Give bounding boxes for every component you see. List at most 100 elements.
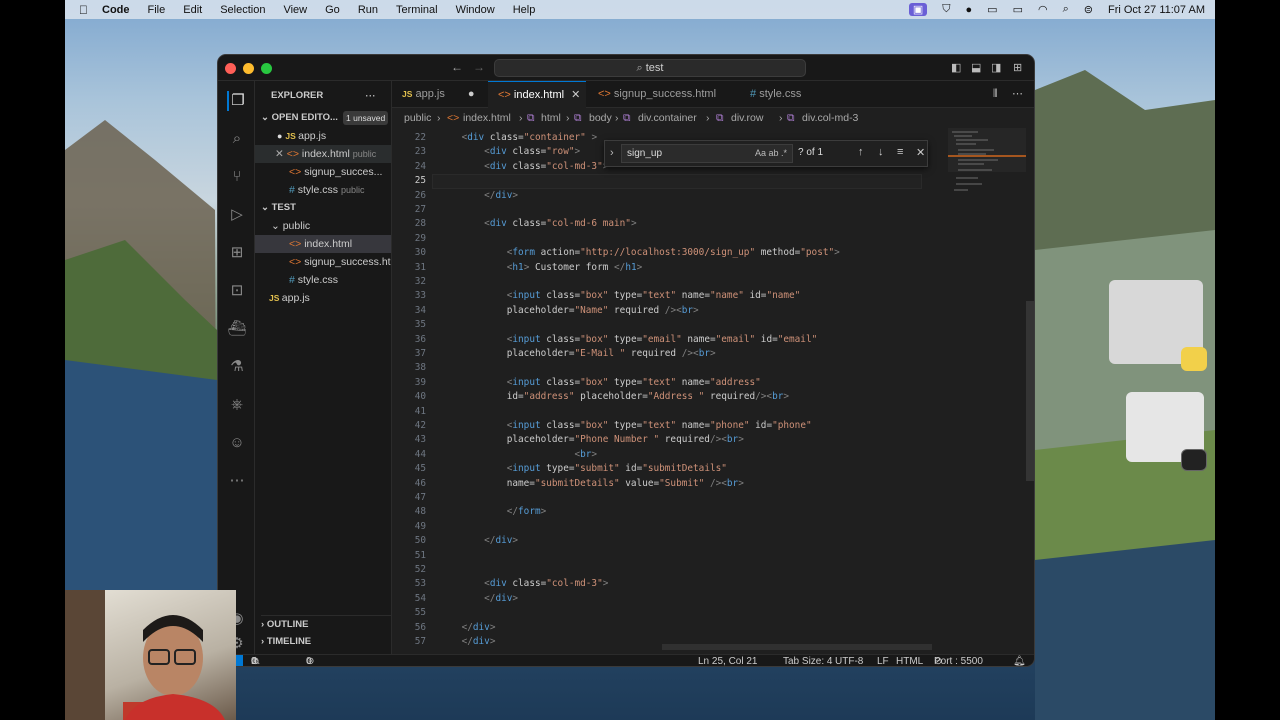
minimap[interactable] bbox=[948, 128, 1026, 648]
menu-view[interactable]: View bbox=[283, 4, 307, 16]
code-line[interactable]: </div> bbox=[439, 534, 518, 548]
menu-run[interactable]: Run bbox=[358, 4, 378, 16]
breadcrumb-item[interactable]: html bbox=[541, 108, 561, 128]
code-line[interactable]: <form action="http://localhost:3000/sign… bbox=[439, 246, 840, 260]
code-line[interactable]: <h1> Customer form </h1> bbox=[439, 261, 643, 275]
code-line[interactable]: <div class="col-md-3"> bbox=[439, 577, 608, 591]
code-line[interactable]: <input class="box" type="text" name="pho… bbox=[439, 419, 812, 433]
terminal-app-icon[interactable] bbox=[1181, 449, 1207, 471]
end-of-line[interactable]: LF bbox=[877, 655, 889, 666]
clock[interactable]: Fri Oct 27 11:07 AM bbox=[1108, 4, 1205, 16]
code-line[interactable]: <br> bbox=[439, 448, 597, 462]
wifi-icon[interactable]: ◠ bbox=[1038, 3, 1048, 16]
display-icon[interactable]: ▭ bbox=[987, 3, 997, 16]
toggle-panel-icon[interactable]: ⬓ bbox=[971, 61, 981, 74]
file-item[interactable]: <> index.html bbox=[255, 235, 391, 253]
toggle-secondary-sidebar-icon[interactable]: ◨ bbox=[991, 61, 1001, 74]
find-options[interactable]: Aa ab .* bbox=[755, 145, 787, 162]
back-arrow-icon[interactable]: ← bbox=[451, 60, 463, 74]
explorer-icon[interactable]: ❐ bbox=[227, 91, 247, 111]
more-actions-icon[interactable]: ⋯ bbox=[1012, 87, 1023, 100]
close-icon[interactable]: ✕ bbox=[916, 146, 925, 159]
split-editor-icon[interactable]: ⫴ bbox=[993, 88, 998, 101]
notifications-bell-icon[interactable]: 🔔︎ bbox=[1013, 655, 1026, 666]
remote-explorer-icon[interactable]: ⊡ bbox=[227, 281, 247, 301]
language-mode[interactable]: HTML bbox=[896, 655, 923, 666]
code-line[interactable]: </div> bbox=[439, 635, 496, 648]
timeline-header[interactable]: › TIMELINE bbox=[261, 633, 391, 651]
code-line[interactable]: <div class="row"> bbox=[439, 145, 580, 159]
run-debug-icon[interactable]: ▷ bbox=[227, 205, 247, 225]
next-match-icon[interactable]: ↓ bbox=[878, 146, 884, 158]
breadcrumb-item[interactable]: div.row bbox=[731, 108, 763, 128]
close-icon[interactable]: ✕ bbox=[571, 89, 580, 101]
chevron-right-icon[interactable]: › bbox=[610, 147, 614, 159]
battery-icon[interactable]: ▭ bbox=[1013, 3, 1023, 16]
open-editor-item[interactable]: ✕ <> index.html public bbox=[255, 145, 391, 163]
docker-icon[interactable]: ⛴ bbox=[227, 319, 247, 339]
breadcrumb-item[interactable]: div.container bbox=[638, 108, 697, 128]
menu-window[interactable]: Window bbox=[456, 4, 495, 16]
breadcrumb-item[interactable]: body bbox=[589, 108, 612, 128]
close-icon[interactable]: ✕ bbox=[275, 148, 284, 160]
horizontal-scrollbar[interactable] bbox=[662, 644, 932, 650]
minimize-window-button[interactable] bbox=[243, 63, 254, 74]
code-line[interactable]: placeholder="Phone Number " required/><b… bbox=[439, 433, 744, 447]
breadcrumb-item[interactable]: index.html bbox=[463, 108, 511, 128]
outline-header[interactable]: › OUTLINE bbox=[261, 615, 391, 633]
code-line[interactable] bbox=[439, 174, 529, 188]
code-line[interactable]: <div class="col-md-3"> bbox=[439, 160, 608, 174]
dirty-dot-icon[interactable]: ● bbox=[468, 88, 475, 100]
user-icon[interactable]: ● bbox=[966, 4, 973, 16]
control-center-icon[interactable]: ⊜ bbox=[1084, 3, 1093, 16]
open-editor-item[interactable]: <> signup_succes... bbox=[289, 163, 391, 181]
file-item[interactable]: JS app.js bbox=[269, 289, 391, 307]
find-input[interactable]: sign_up Aa ab .* bbox=[621, 144, 793, 163]
code-line[interactable]: placeholder="Name" required /><br> bbox=[439, 304, 699, 318]
command-center-search[interactable]: ⌕ test bbox=[494, 59, 806, 77]
source-control-icon[interactable]: ⑂ bbox=[227, 167, 247, 187]
code-line[interactable]: </div> bbox=[439, 592, 518, 606]
close-window-button[interactable] bbox=[225, 63, 236, 74]
open-editor-item[interactable]: # style.css public bbox=[289, 181, 391, 199]
code-line[interactable]: <input class="box" type="text" name="add… bbox=[439, 376, 761, 390]
folder-header[interactable]: ⌄ TEST bbox=[261, 199, 391, 217]
tab-size[interactable]: Tab Size: 4 bbox=[783, 655, 832, 666]
code-line[interactable]: name="submitDetails" value="Submit" /><b… bbox=[439, 477, 744, 491]
toggle-sidebar-icon[interactable]: ◧ bbox=[951, 61, 961, 74]
scrollbar-thumb[interactable] bbox=[1026, 301, 1034, 481]
extensions-icon[interactable]: ⊞ bbox=[227, 243, 247, 263]
menu-edit[interactable]: Edit bbox=[183, 4, 202, 16]
search-icon[interactable]: ⌕ bbox=[227, 129, 247, 149]
breadcrumb-item[interactable]: div.col-md-3 bbox=[802, 108, 858, 128]
more-actions-icon[interactable]: ⋯ bbox=[365, 87, 385, 105]
search-icon[interactable]: ⌕ bbox=[1063, 3, 1069, 16]
code-line[interactable]: <input class="box" type="email" name="em… bbox=[439, 333, 818, 347]
shield-icon[interactable]: ⛉ bbox=[942, 3, 950, 16]
code-line[interactable]: <input type="submit" id="submitDetails" bbox=[439, 462, 727, 476]
code-line[interactable]: <div class="container" > bbox=[439, 131, 598, 145]
forward-arrow-icon[interactable]: → bbox=[473, 60, 485, 74]
cursor-position[interactable]: Ln 25, Col 21 bbox=[698, 655, 758, 666]
breadcrumb-item[interactable]: public bbox=[404, 108, 431, 128]
testing-icon[interactable]: ⚗ bbox=[227, 357, 247, 377]
folder-item-public[interactable]: ⌄ public bbox=[271, 217, 391, 235]
file-item[interactable]: <> signup_success.ht... bbox=[289, 253, 391, 271]
customize-layout-icon[interactable]: ⊞ bbox=[1013, 61, 1022, 74]
tab-app-js[interactable]: JS app.js ● bbox=[392, 81, 482, 108]
notes-app-icon[interactable] bbox=[1181, 347, 1207, 371]
screen-record-icon[interactable]: ▣ bbox=[908, 3, 928, 16]
menu-app-name[interactable]: Code bbox=[102, 4, 130, 16]
zoom-window-button[interactable] bbox=[261, 63, 272, 74]
menu-help[interactable]: Help bbox=[513, 4, 536, 16]
tab-style-css[interactable]: # style.css bbox=[738, 81, 828, 108]
live-share-icon[interactable]: ☺ bbox=[227, 433, 247, 453]
menu-selection[interactable]: Selection bbox=[220, 4, 265, 16]
menu-file[interactable]: File bbox=[148, 4, 166, 16]
tab-index-html[interactable]: <> index.html ✕ bbox=[488, 81, 586, 108]
code-editor[interactable]: 22 <div class="container" > 23 <div class… bbox=[392, 128, 922, 648]
menu-terminal[interactable]: Terminal bbox=[396, 4, 438, 16]
code-line[interactable]: </div> bbox=[439, 189, 518, 203]
encoding[interactable]: UTF-8 bbox=[835, 655, 863, 666]
code-line[interactable]: placeholder="E-Mail " required /><br> bbox=[439, 347, 716, 361]
